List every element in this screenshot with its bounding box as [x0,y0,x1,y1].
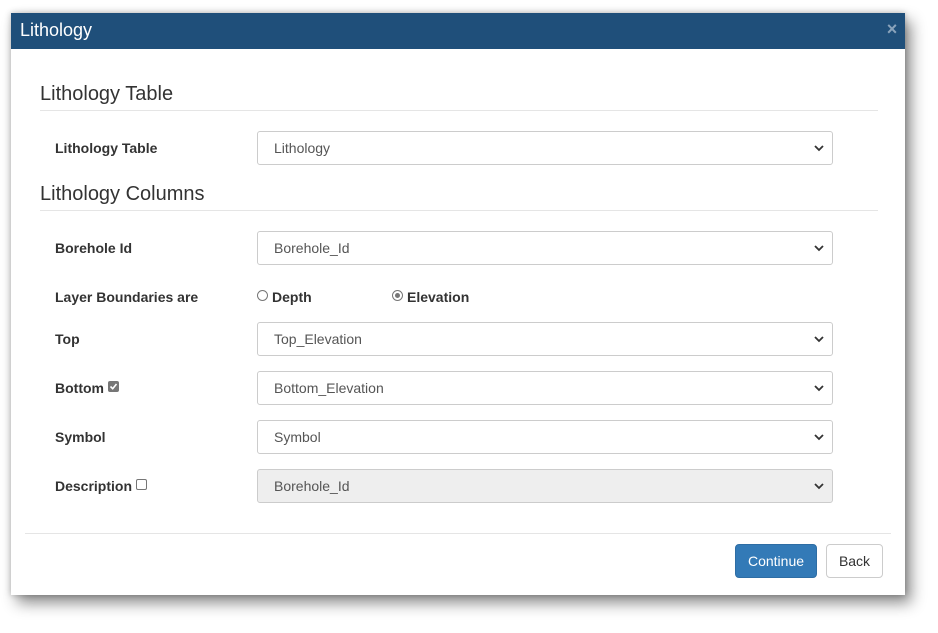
description-select: Borehole_Id [257,469,833,503]
close-icon[interactable]: × [885,20,899,38]
bottom-checkbox[interactable] [108,380,119,392]
borehole-id-label-text: Borehole Id [55,240,133,256]
chevron-down-icon [814,385,824,392]
bottom-label: Bottom [55,380,119,396]
chevron-down-icon [814,434,824,441]
borehole-id-select[interactable]: Borehole_Id [257,231,833,265]
top-select-value: Top_Elevation [274,331,362,347]
radio-depth[interactable]: Depth [257,289,312,305]
bottom-select[interactable]: Bottom_Elevation [257,371,833,405]
section-divider [40,210,878,211]
footer-divider [25,533,891,534]
continue-button[interactable]: Continue [735,544,817,578]
section-heading-lithology-columns: Lithology Columns [40,183,205,205]
layer-boundaries-label: Layer Boundaries are [55,289,198,305]
layer-boundaries-label-text: Layer Boundaries are [55,289,199,305]
lithology-table-select-value: Lithology [274,140,331,156]
symbol-select-value: Symbol [274,429,321,445]
symbol-select[interactable]: Symbol [257,420,833,454]
symbol-label: Symbol [55,429,106,445]
chevron-down-icon [814,145,824,152]
section-heading-lithology-table: Lithology Table [40,83,174,105]
checkmark-icon [109,382,118,390]
back-button[interactable]: Back [826,544,883,578]
description-label: Description [55,478,148,494]
lithology-table-select[interactable]: Lithology [257,131,833,165]
section-divider [40,110,878,111]
borehole-id-label: Borehole Id [55,240,132,256]
top-label: Top [55,331,80,347]
radio-elevation-label: Elevation [407,289,470,305]
symbol-label-text: Symbol [55,429,106,445]
top-label-text: Top [55,331,80,347]
radio-elevation-control[interactable] [392,289,403,301]
lithology-table-label-text: Lithology Table [55,140,158,156]
lithology-table-label: Lithology Table [55,140,157,156]
description-checkbox[interactable] [136,478,148,490]
radio-elevation[interactable]: Elevation [392,289,469,305]
chevron-down-icon [814,483,824,490]
borehole-id-select-value: Borehole_Id [274,240,350,256]
radio-depth-control[interactable] [257,289,268,301]
top-select[interactable]: Top_Elevation [257,322,833,356]
bottom-select-value: Bottom_Elevation [274,380,384,396]
dialog-titlebar: Lithology × [11,13,905,49]
radio-depth-label: Depth [272,289,312,305]
lithology-dialog: Lithology × Lithology Table Lithology Ta… [11,13,905,595]
description-label-text: Description [55,478,133,494]
chevron-down-icon [814,245,824,252]
bottom-label-text: Bottom [55,380,104,396]
dialog-title: Lithology [20,20,93,40]
chevron-down-icon [814,336,824,343]
description-select-value: Borehole_Id [274,478,350,494]
